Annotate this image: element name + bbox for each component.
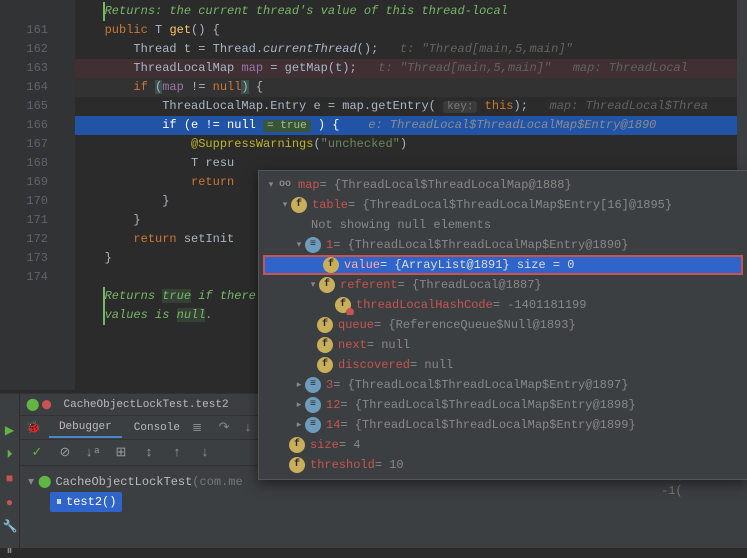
expand-icon[interactable]: ↕ <box>140 444 158 462</box>
rerun-icon[interactable]: ▶ <box>3 424 17 438</box>
debug-side-toolbar: ▶ ⏵ ■ ● 🔧 ⏸ <box>0 394 20 548</box>
tree-node-value[interactable]: fvalue = {ArrayList@1891} size = 0 <box>263 255 743 275</box>
tree-node-threshold[interactable]: fthreshold = 10 <box>259 455 747 475</box>
tree-node-table[interactable]: ▾ftable = {ThreadLocal$ThreadLocalMap$En… <box>259 195 747 215</box>
pin-icon[interactable]: ⏸ <box>3 544 17 558</box>
resume-icon[interactable]: ⏵ <box>3 448 17 462</box>
filter-icon[interactable]: ⊞ <box>112 444 130 462</box>
tree-node-next[interactable]: fnext = null <box>259 335 747 355</box>
stop-icon[interactable]: ■ <box>3 472 17 486</box>
tree-node-hash[interactable]: fthreadLocalHashCode = -1401181199 <box>259 295 747 315</box>
sort-icon[interactable]: ↓ᵃ <box>84 444 102 462</box>
gutter: 161 162 163 164 165 166 167 168 169 170 … <box>0 0 75 390</box>
tree-node-referent[interactable]: ▾freferent = {ThreadLocal@1887} <box>259 275 747 295</box>
tab-console[interactable]: Console <box>124 419 190 437</box>
step-over-icon[interactable]: ↷ <box>216 420 232 436</box>
down-icon[interactable]: ⊘ <box>56 444 74 462</box>
output-icon[interactable]: ≣ <box>192 420 202 435</box>
debugger-icon: 🐞 <box>26 420 41 435</box>
frame-method[interactable]: ⏸test2() <box>28 492 739 512</box>
tree-node-12[interactable]: ▸≡12 = {ThreadLocal$ThreadLocalMap$Entry… <box>259 395 747 415</box>
prev-icon[interactable]: ↑ <box>168 444 186 462</box>
tree-node-3[interactable]: ▸≡3 = {ThreadLocal$ThreadLocalMap$Entry@… <box>259 375 747 395</box>
breakpoints-icon[interactable]: ● <box>3 496 17 510</box>
settings-icon[interactable]: 🔧 <box>3 520 17 534</box>
tree-node-14[interactable]: ▸≡14 = {ThreadLocal$ThreadLocalMap$Entry… <box>259 415 747 435</box>
tree-node-size[interactable]: fsize = 4 <box>259 435 747 455</box>
tree-node-queue[interactable]: fqueue = {ReferenceQueue$Null@1893} <box>259 315 747 335</box>
tree-node-map[interactable]: ▾oomap = {ThreadLocal$ThreadLocalMap@188… <box>259 175 747 195</box>
debug-variables-popup[interactable]: ▾oomap = {ThreadLocal$ThreadLocalMap@188… <box>258 170 747 480</box>
next-icon[interactable]: ↓ <box>196 444 214 462</box>
step-into-icon[interactable]: ↓ <box>240 420 256 436</box>
tab-debugger[interactable]: Debugger <box>49 418 122 438</box>
ok-icon[interactable]: ✓ <box>28 444 46 462</box>
tree-node-1[interactable]: ▾≡1 = {ThreadLocal$ThreadLocalMap$Entry@… <box>259 235 747 255</box>
tree-node-discovered[interactable]: fdiscovered = null <box>259 355 747 375</box>
tree-info: Not showing null elements <box>259 215 747 235</box>
